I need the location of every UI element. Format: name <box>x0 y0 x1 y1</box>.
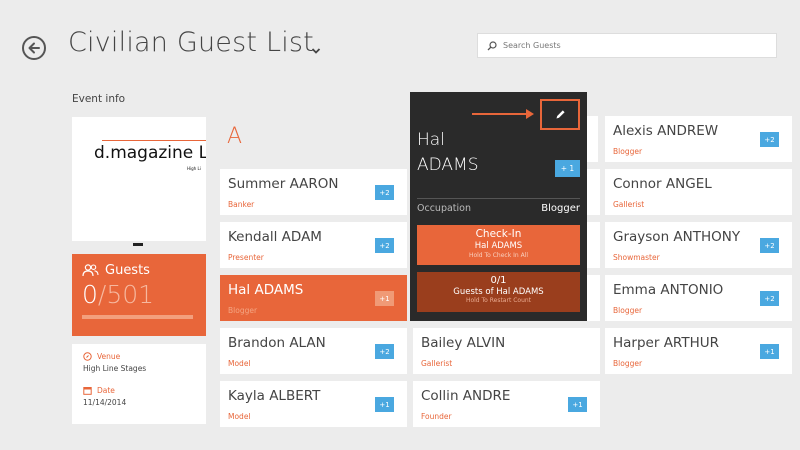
guest-card-summer-aaron[interactable]: Summer AARON Banker +2 <box>220 169 407 215</box>
occupation-value: Blogger <box>541 203 580 214</box>
guest-card-collin-andre[interactable]: Collin ANDRE Founder +1 <box>413 381 600 427</box>
guests-summary-card: Guests 0/501 <box>72 254 206 336</box>
carousel-indicator <box>133 243 143 246</box>
logo-accent-line <box>102 140 206 141</box>
occupation-label: Occupation <box>417 203 471 214</box>
event-logo: d.magazine L <box>94 143 206 163</box>
restart-count: 0/1 <box>490 275 507 286</box>
plus-badge: +2 <box>760 238 779 253</box>
guest-card-kayla-albert[interactable]: Kayla ALBERT Model +1 <box>220 381 407 427</box>
people-icon <box>82 264 99 277</box>
guest-name: Summer AARON <box>228 176 339 192</box>
plus-badge: +1 <box>375 291 394 306</box>
guest-role: Banker <box>228 200 255 209</box>
search-input[interactable] <box>503 34 776 57</box>
checkin-progress-bar <box>82 315 193 319</box>
guest-role: Blogger <box>613 147 643 156</box>
edit-button[interactable] <box>540 99 580 130</box>
guest-name: Kendall ADAM <box>228 229 322 245</box>
plus-badge: +1 <box>375 397 394 412</box>
guest-card-connor-angel[interactable]: Connor ANGEL Gallerist <box>605 169 792 215</box>
popup-first-name: Hal <box>417 130 445 150</box>
back-button[interactable] <box>22 36 46 60</box>
plus-badge: +2 <box>760 291 779 306</box>
guest-name: Alexis ANDREW <box>613 123 719 139</box>
guest-role: Presenter <box>228 253 264 262</box>
check-in-button[interactable]: Check-In Hal ADAMS Hold To Check In All <box>417 225 580 265</box>
guest-name: Harper ARTHUR <box>613 335 719 351</box>
guest-name: Kayla ALBERT <box>228 388 321 404</box>
check-in-name: Hal ADAMS <box>474 241 523 251</box>
restart-count-button[interactable]: 0/1 Guests of Hal ADAMS Hold To Restart … <box>417 272 580 312</box>
chevron-down-icon[interactable] <box>311 40 321 59</box>
event-logo-subtitle: High Li <box>187 166 201 171</box>
checked-in-count: 0 <box>82 280 98 309</box>
event-logo-card: d.magazine L High Li <box>72 117 206 241</box>
section-letter[interactable]: A <box>227 124 242 149</box>
plus-badge: +2 <box>375 238 394 253</box>
guest-card-alexis-andrew[interactable]: Alexis ANDREW Blogger +2 <box>605 116 792 162</box>
guest-name: Hal ADAMS <box>228 282 304 298</box>
guests-count: 0/501 <box>82 280 154 309</box>
guests-label: Guests <box>105 263 150 278</box>
total-guests: 501 <box>106 280 155 309</box>
event-info-label: Event info <box>72 93 126 105</box>
date-label: Date <box>97 386 115 395</box>
guest-name: Collin ANDRE <box>421 388 511 404</box>
guest-card-kendall-adam[interactable]: Kendall ADAM Presenter +2 <box>220 222 407 268</box>
guest-role: Blogger <box>613 359 643 368</box>
restart-subtitle: Guests of Hal ADAMS <box>453 287 544 297</box>
restart-hint: Hold To Restart Count <box>465 297 532 304</box>
divider <box>417 198 580 199</box>
venue-value: High Line Stages <box>83 364 147 373</box>
guest-detail-popup: Hal ADAMS + 1 Occupation Blogger Check-I… <box>410 92 587 321</box>
guest-role: Founder <box>421 412 452 421</box>
guest-card-emma-antonio[interactable]: Emma ANTONIO Blogger +2 <box>605 275 792 321</box>
calendar-icon <box>83 387 92 395</box>
popup-last-name: ADAMS <box>417 155 479 175</box>
plus-badge: +2 <box>375 185 394 200</box>
plus-badge: +2 <box>375 344 394 359</box>
guest-card-brandon-alan[interactable]: Brandon ALAN Model +2 <box>220 328 407 374</box>
guest-name: Emma ANTONIO <box>613 282 724 298</box>
plus-badge: +2 <box>760 132 779 147</box>
guest-name: Grayson ANTHONY <box>613 229 741 245</box>
check-in-title: Check-In <box>475 228 522 240</box>
guest-card-bailey-alvin[interactable]: Bailey ALVIN Gallerist <box>413 328 600 374</box>
back-arrow-icon <box>28 42 40 54</box>
compass-icon <box>83 352 92 361</box>
search-box[interactable] <box>477 33 777 58</box>
venue-label: Venue <box>97 352 121 361</box>
annotation-arrowhead <box>526 109 534 119</box>
page-title: Civilian Guest List <box>68 27 314 58</box>
check-in-hint: Hold To Check In All <box>468 252 529 259</box>
guest-role: Blogger <box>228 306 258 315</box>
guest-card-grayson-anthony[interactable]: Grayson ANTHONY Showmaster +2 <box>605 222 792 268</box>
guest-name: Connor ANGEL <box>613 176 712 192</box>
search-icon <box>481 40 503 51</box>
guest-card-harper-arthur[interactable]: Harper ARTHUR Blogger +1 <box>605 328 792 374</box>
plus-badge: +1 <box>568 397 587 412</box>
guest-name: Bailey ALVIN <box>421 335 506 351</box>
guest-card-hal-adams[interactable]: Hal ADAMS Blogger +1 <box>220 275 407 321</box>
date-value: 11/14/2014 <box>83 398 127 407</box>
plus-badge: +1 <box>760 344 779 359</box>
annotation-arrow <box>472 113 530 115</box>
guest-role: Gallerist <box>421 359 453 368</box>
venue-card: Venue High Line Stages Date 11/14/2014 <box>72 344 206 424</box>
guest-name: Brandon ALAN <box>228 335 326 351</box>
guest-role: Model <box>228 412 251 421</box>
pencil-icon <box>556 110 565 119</box>
guest-role: Model <box>228 359 251 368</box>
guest-role: Blogger <box>613 306 643 315</box>
popup-plus-badge: + 1 <box>555 160 580 177</box>
guest-role: Showmaster <box>613 253 660 262</box>
guest-role: Gallerist <box>613 200 645 209</box>
